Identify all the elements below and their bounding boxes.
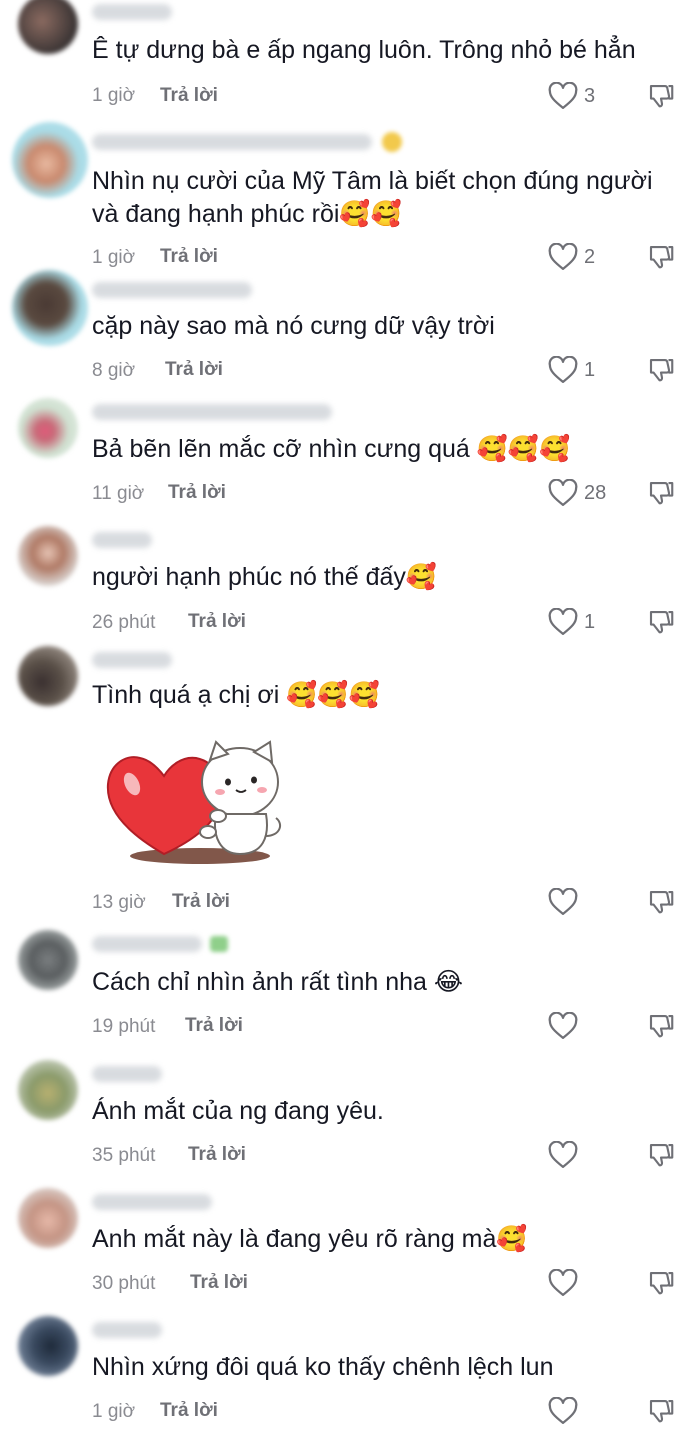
comment-text: Ê tự dưng bà e ấp ngang luôn. Trông nhỏ … — [92, 36, 636, 64]
reply-button[interactable]: Trả lời — [185, 1015, 243, 1037]
username-blurred[interactable] — [92, 652, 172, 668]
dislike-button[interactable] — [646, 355, 676, 385]
comment-time: 11 giờ — [92, 483, 145, 504]
comment-text: Bả bẽn lẽn mắc cỡ nhìn cưng quá 🥰🥰🥰 — [92, 435, 571, 463]
username-blurred[interactable] — [92, 532, 152, 548]
heart-outline-icon — [548, 243, 578, 270]
reply-button[interactable]: Trả lời — [168, 482, 226, 504]
like-button[interactable] — [548, 1269, 578, 1297]
like-button[interactable] — [548, 1012, 578, 1040]
heart-outline-icon — [548, 1012, 578, 1039]
comment-time: 13 giờ — [92, 892, 146, 913]
heart-outline-icon — [548, 1397, 578, 1424]
reply-button[interactable]: Trả lời — [190, 1272, 248, 1294]
comment-text: người hạnh phúc nó thế đấy🥰 — [92, 563, 438, 591]
like-count: 1 — [584, 359, 596, 381]
username-blurred[interactable] — [92, 1194, 212, 1210]
like-button[interactable] — [548, 608, 578, 636]
comment-text: Nhìn nụ cười của Mỹ Tâm là biết chọn đún… — [92, 167, 653, 228]
avatar[interactable] — [18, 1188, 78, 1248]
dislike-button[interactable] — [646, 887, 676, 917]
badge-icon — [210, 936, 228, 952]
thumbs-down-icon — [649, 890, 674, 914]
comment-text: Anh mắt này là đang yêu rõ ràng mà🥰 — [92, 1225, 528, 1253]
reply-button[interactable]: Trả lời — [188, 1144, 246, 1166]
dislike-button[interactable] — [646, 242, 676, 272]
avatar[interactable] — [12, 122, 88, 198]
thumbs-down-icon — [649, 358, 674, 382]
dislike-button[interactable] — [646, 607, 676, 637]
avatar[interactable] — [18, 930, 78, 990]
username-blurred[interactable] — [92, 936, 202, 952]
comment-text: cặp này sao mà nó cưng dữ vậy trời — [92, 312, 495, 340]
badge-icon — [382, 132, 402, 152]
thumbs-down-icon — [649, 245, 674, 269]
avatar[interactable] — [12, 270, 88, 346]
username-blurred[interactable] — [92, 1322, 162, 1338]
heart-outline-icon — [548, 608, 578, 635]
dislike-button[interactable] — [646, 81, 676, 111]
comment-text: Tình quá ạ chị ơi 🥰🥰🥰 — [92, 681, 380, 709]
reply-button[interactable]: Trả lời — [172, 891, 230, 913]
comment-text: Nhìn xứng đôi quá ko thấy chênh lệch lun — [92, 1353, 554, 1381]
thumbs-down-icon — [649, 481, 674, 505]
dislike-button[interactable] — [646, 1268, 676, 1298]
thumbs-down-icon — [649, 1143, 674, 1167]
like-count: 1 — [584, 611, 596, 633]
reply-button[interactable]: Trả lời — [160, 85, 218, 107]
reply-button[interactable]: Trả lời — [160, 1400, 218, 1422]
like-button[interactable] — [548, 243, 578, 271]
heart-outline-icon — [548, 356, 578, 383]
comment-text: Ánh mắt của ng đang yêu. — [92, 1097, 384, 1125]
like-count: 3 — [584, 85, 596, 107]
like-button[interactable] — [548, 479, 578, 507]
heart-outline-icon — [548, 82, 578, 109]
username-blurred[interactable] — [92, 404, 332, 420]
username-blurred[interactable] — [92, 1066, 162, 1082]
like-button[interactable] — [548, 1141, 578, 1169]
reply-button[interactable]: Trả lời — [160, 246, 218, 268]
heart-outline-icon — [548, 1269, 578, 1296]
comment-time: 30 phút — [92, 1273, 156, 1294]
dislike-button[interactable] — [646, 1396, 676, 1426]
like-button[interactable] — [548, 888, 578, 916]
dislike-button[interactable] — [646, 1011, 676, 1041]
heart-outline-icon — [548, 1141, 578, 1168]
like-button[interactable] — [548, 82, 578, 110]
cat-holding-heart-sticker — [104, 736, 290, 866]
thumbs-down-icon — [649, 1271, 674, 1295]
avatar[interactable] — [18, 398, 78, 458]
username-blurred[interactable] — [92, 4, 172, 20]
comment-time: 26 phút — [92, 612, 156, 633]
heart-outline-icon — [548, 888, 578, 915]
username-blurred[interactable] — [92, 134, 372, 150]
comment-time: 35 phút — [92, 1145, 156, 1166]
reply-button[interactable]: Trả lời — [165, 359, 223, 381]
comment-time: 1 giờ — [92, 1401, 136, 1422]
thumbs-down-icon — [649, 1014, 674, 1038]
avatar[interactable] — [18, 1316, 78, 1376]
like-button[interactable] — [548, 1397, 578, 1425]
thumbs-down-icon — [649, 84, 674, 108]
heart-outline-icon — [548, 479, 578, 506]
comment-time: 1 giờ — [92, 247, 136, 268]
thumbs-down-icon — [649, 610, 674, 634]
avatar[interactable] — [18, 646, 78, 706]
avatar[interactable] — [18, 0, 78, 54]
username-blurred[interactable] — [92, 282, 252, 298]
comment-time: 1 giờ — [92, 85, 136, 106]
comment-time: 19 phút — [92, 1016, 156, 1037]
reply-button[interactable]: Trả lời — [188, 611, 246, 633]
avatar[interactable] — [18, 1060, 78, 1120]
like-count: 28 — [584, 482, 607, 504]
dislike-button[interactable] — [646, 478, 676, 508]
dislike-button[interactable] — [646, 1140, 676, 1170]
like-count: 2 — [584, 246, 596, 268]
comment-text: Cách chỉ nhìn ảnh rất tình nha 😂 — [92, 968, 464, 996]
avatar[interactable] — [18, 526, 78, 586]
thumbs-down-icon — [649, 1399, 674, 1423]
like-button[interactable] — [548, 356, 578, 384]
comment-time: 8 giờ — [92, 360, 136, 381]
